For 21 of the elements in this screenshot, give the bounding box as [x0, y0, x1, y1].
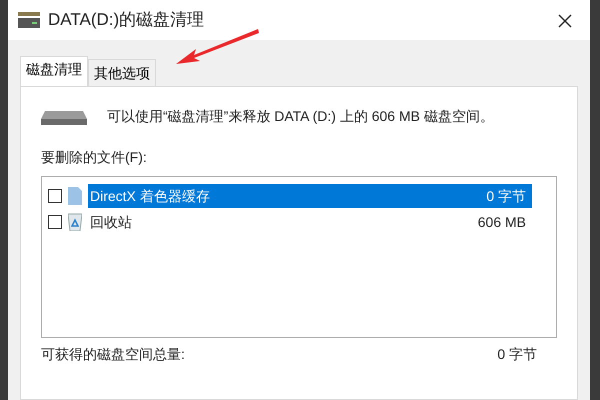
file-row[interactable]: 回收站 606 MB	[88, 210, 532, 234]
file-list[interactable]: DirectX 着色器缓存 0 字节 回收站 606 MB	[41, 176, 557, 338]
disk-icon	[18, 12, 40, 28]
description-text: 可以使用“磁盘清理”来释放 DATA (D:) 上的 606 MB 磁盘空间。	[107, 107, 494, 126]
recycle-bin-icon	[68, 213, 82, 231]
file-icon	[68, 187, 82, 205]
file-size: 0 字节	[486, 186, 526, 206]
file-name: 回收站	[90, 212, 132, 232]
checkbox[interactable]	[48, 189, 62, 203]
tab[interactable]: 磁盘清理	[20, 56, 88, 86]
file-row[interactable]: DirectX 着色器缓存 0 字节	[88, 184, 532, 208]
files-label: 要删除的文件(F):	[41, 148, 148, 167]
checkbox[interactable]	[48, 215, 62, 229]
close-icon	[558, 14, 572, 28]
file-name: DirectX 着色器缓存	[90, 186, 210, 206]
total-label: 可获得的磁盘空间总量:	[41, 345, 185, 364]
file-size: 606 MB	[478, 212, 526, 232]
window-title: DATA(D:)的磁盘清理	[48, 9, 204, 32]
drive-icon	[41, 109, 87, 127]
tab[interactable]: 其他选项	[88, 59, 156, 86]
total-value: 0 字节	[497, 345, 537, 364]
